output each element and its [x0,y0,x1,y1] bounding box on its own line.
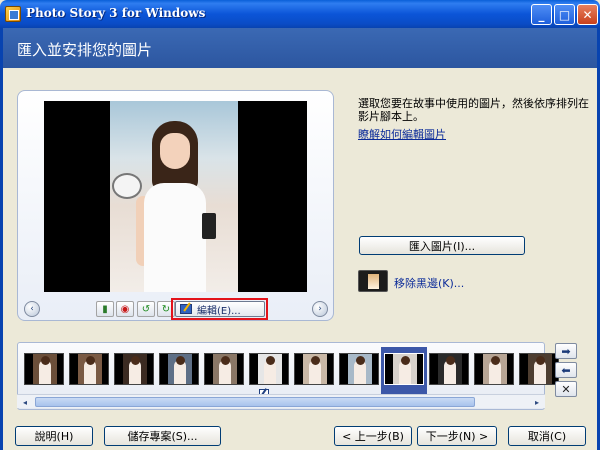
move-right-button[interactable]: ➡ [555,343,577,359]
app-icon [5,6,21,22]
filmstrip-thumbnail[interactable] [204,353,244,385]
filmstrip-thumbnail[interactable] [69,353,109,385]
title-bar: Photo Story 3 for Windows _ □ ✕ [0,0,600,28]
move-left-button[interactable]: ⬅ [555,362,577,378]
thumbnail-border [385,354,393,384]
remove-borders-icon[interactable] [358,270,388,292]
filmstrip-thumbnail[interactable] [294,353,334,385]
thumbnail-head [221,356,230,365]
filmstrip-thumbnail[interactable] [474,353,514,385]
import-pictures-button[interactable]: 匯入圖片(I)... [359,236,525,255]
thumbnail-border [372,354,378,384]
window-title: Photo Story 3 for Windows [26,6,206,20]
thumbnail-head [491,356,500,365]
close-button[interactable]: ✕ [577,4,598,25]
filmstrip-thumbnail[interactable] [249,353,289,385]
filmstrip-thumbnail[interactable] [519,353,559,385]
scroll-right-icon[interactable]: ▸ [531,396,543,408]
photo-face [160,133,190,169]
filmstrip-thumbnail[interactable] [429,353,469,385]
thumbnail-border [147,354,153,384]
pencil-icon [180,304,192,314]
edit-button[interactable]: 編輯(E)... [175,301,265,317]
thumbnail-border [430,354,438,384]
thumbnail-head [446,356,455,365]
photo-cartoon [112,173,142,199]
next-picture-button[interactable]: › [312,301,328,317]
instruction-text: 選取您要在故事中使用的圖片，然後依序排列在影片腳本上。 [358,97,589,123]
page-title: 匯入並安排您的圖片 [17,41,153,59]
preview-photo [110,101,238,292]
thumbnail-border [25,354,33,384]
thumbnail-head [311,356,320,365]
thumbnail-border [237,354,243,384]
cancel-button[interactable]: 取消(C) [508,426,586,446]
wizard-content: ‹ › ▮ ◉ ↺ ↻ 編輯(E)... 選取您要在故事中使用的圖片，然後依序排… [3,68,597,450]
page-header: 匯入並安排您的圖片 [0,28,600,68]
next-button[interactable]: 下一步(N) > [417,426,497,446]
previous-picture-button[interactable]: ‹ [24,301,40,317]
thumbnail-border [282,354,288,384]
thumbnail-head [41,356,50,365]
thumbnail-border [57,354,63,384]
thumbnail-border [250,354,258,384]
filmstrip-thumbnail[interactable] [24,353,64,385]
thumbnail-border [462,354,468,384]
thumbnail-head [266,356,275,365]
red-eye-icon[interactable]: ◉ [116,301,134,317]
thumbnail-border [475,354,483,384]
preview-panel: ‹ › ▮ ◉ ↺ ↻ 編輯(E)... [17,90,334,321]
auto-levels-icon[interactable]: ▮ [96,301,114,317]
thumbnail-border [327,354,333,384]
thumbnail-border [70,354,78,384]
thumbnail-head [356,356,365,365]
maximize-button[interactable]: □ [554,4,575,25]
edit-button-label: 編輯(E)... [197,305,241,317]
filmstrip-thumbnail[interactable] [114,353,154,385]
thumbnail-border [102,354,108,384]
remove-borders-link[interactable]: 移除黑邊(K)... [394,275,464,291]
filmstrip-scrollbar[interactable]: ◂ ▸ [17,394,545,408]
save-project-button[interactable]: 儲存專案(S)... [104,426,221,446]
thumbnail-head [536,356,545,365]
rotate-left-icon[interactable]: ↺ [137,301,155,317]
thumbnail-head [131,356,140,365]
help-button[interactable]: 說明(H) [15,426,93,446]
scrollbar-thumb[interactable] [35,397,475,407]
learn-edit-link[interactable]: 瞭解如何編輯圖片 [358,126,446,142]
filmstrip-thumbnail[interactable] [384,353,424,385]
thumbnail-border [417,354,423,384]
thumbnail-border [205,354,213,384]
photo-phone [202,213,216,239]
scroll-left-icon[interactable]: ◂ [19,396,31,408]
thumbnail-border [160,354,168,384]
back-button[interactable]: < 上一步(B) [334,426,412,446]
thumbnail-border [340,354,348,384]
minimize-button[interactable]: _ [531,4,552,25]
thumbnail-head [86,356,95,365]
delete-picture-button[interactable]: ✕ [555,381,577,397]
thumbnail-border [115,354,123,384]
thumbnail-head [401,356,410,365]
thumbnail-border [520,354,528,384]
photo-body [144,183,206,292]
thumbnail-border [295,354,303,384]
filmstrip-thumbnail[interactable] [339,353,379,385]
thumbnail-head [176,356,185,365]
thumbnail-border [192,354,198,384]
thumbnail-border [507,354,513,384]
preview-image [44,101,307,292]
filmstrip-thumbnail[interactable] [159,353,199,385]
